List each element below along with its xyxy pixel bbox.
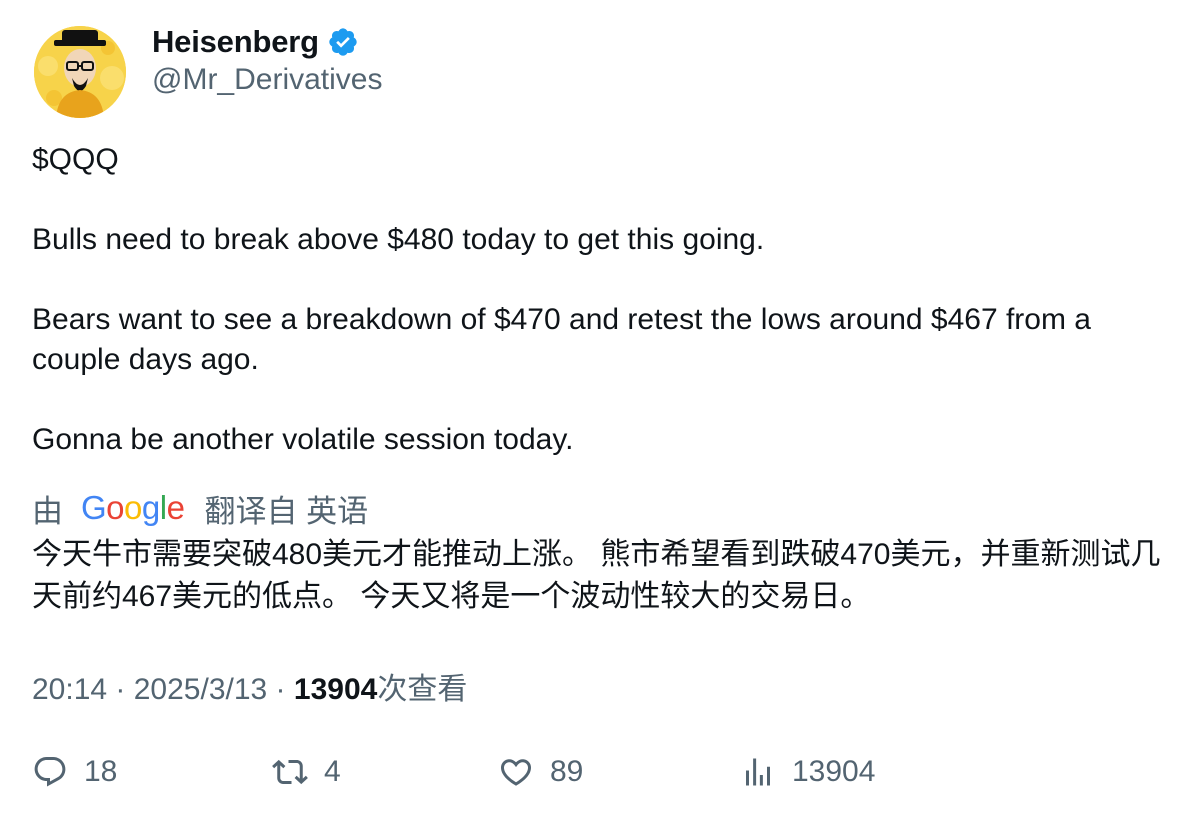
heart-icon — [500, 759, 532, 786]
author-name-row[interactable]: Heisenberg — [152, 24, 359, 60]
meta-separator: · — [107, 673, 134, 706]
tweet-paragraph: Bears want to see a breakdown of $470 an… — [32, 303, 1100, 376]
reply-count: 18 — [84, 755, 118, 788]
google-logo: Google — [81, 489, 185, 526]
tweet-paragraph: Bulls need to break above $480 today to … — [32, 223, 765, 256]
like-count: 89 — [550, 755, 584, 788]
views-action-count: 13904 — [792, 755, 876, 788]
analytics-icon — [746, 758, 770, 786]
like-button[interactable]: 89 — [498, 750, 583, 794]
translation-by-label: 由 — [32, 493, 63, 529]
views-count: 13904 — [293, 673, 378, 706]
heisenberg-avatar-icon — [34, 26, 126, 118]
retweet-button[interactable]: 4 — [272, 750, 341, 794]
views-button[interactable]: 13904 — [740, 750, 875, 794]
retweet-icon — [272, 759, 308, 785]
tweet-text: $QQQ Bulls need to break above $480 toda… — [32, 140, 1172, 460]
author-display-name[interactable]: Heisenberg — [152, 24, 319, 60]
tweet-time[interactable]: 20:14 — [32, 673, 107, 707]
action-bar: 18 4 89 13904 — [32, 750, 1132, 794]
tweet-paragraph: Gonna be another volatile session today. — [32, 423, 574, 456]
avatar[interactable] — [34, 26, 126, 118]
reply-icon — [34, 757, 66, 787]
author-handle[interactable]: @Mr_Derivatives — [152, 63, 383, 97]
tweet-meta: 20:14 · 2025/3/13 · 13904 次查看 — [32, 664, 467, 708]
tweet-date[interactable]: 2025/3/13 — [134, 673, 267, 707]
tweet-paragraph: $QQQ — [32, 143, 119, 176]
views-label: 次查看 — [377, 673, 468, 706]
translation-from-label[interactable]: 翻译自 英语 — [204, 486, 368, 531]
retweet-count: 4 — [324, 755, 341, 788]
meta-separator: · — [267, 673, 294, 706]
translation-attribution: 由 Google 翻译自 英语 — [32, 486, 368, 530]
reply-button[interactable]: 18 — [32, 750, 117, 794]
translated-text: 今天牛市需要突破480美元才能推动上涨。 熊市希望看到跌破470美元，并重新测试… — [32, 538, 1161, 613]
verified-badge-icon[interactable] — [327, 26, 359, 58]
